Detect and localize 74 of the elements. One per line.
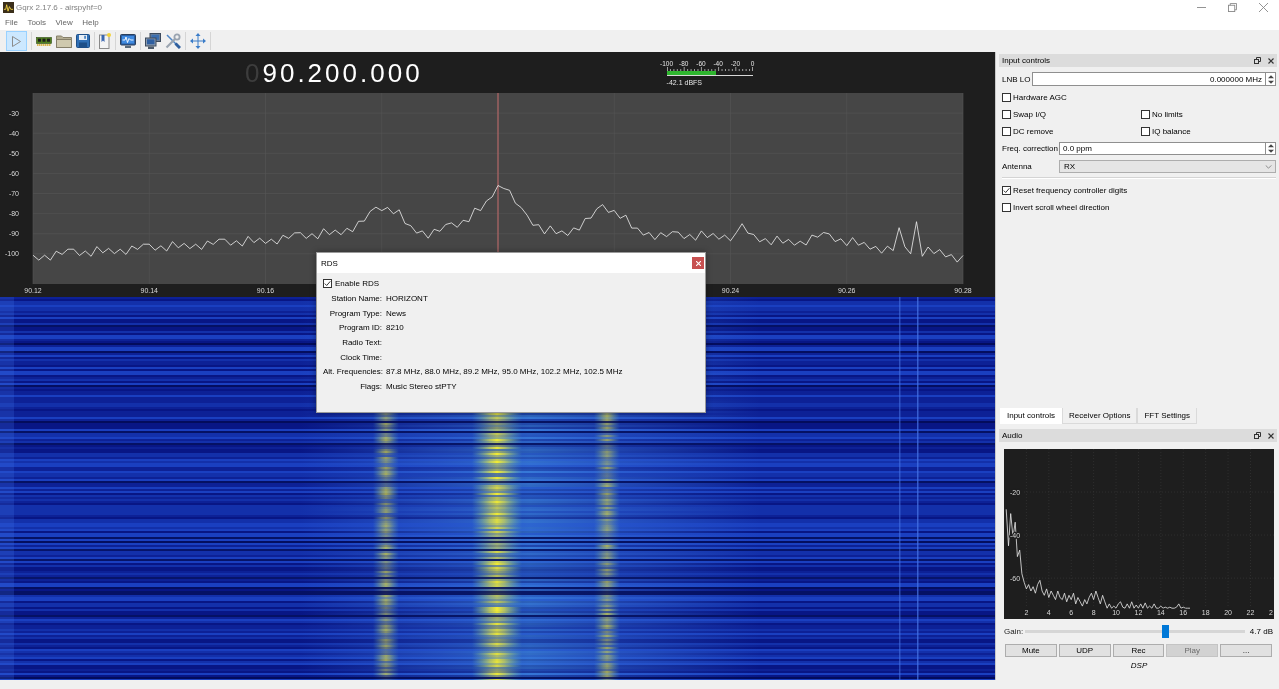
dock-tab[interactable]: Receiver Options xyxy=(1062,408,1138,424)
move-arrows-icon[interactable] xyxy=(190,33,206,49)
window-title: Gqrx 2.17.6 - airspyhf=0 xyxy=(16,3,103,12)
rds-field-label: Alt. Frequencies: xyxy=(323,367,382,377)
checkbox[interactable] xyxy=(1002,185,1011,195)
audio-button[interactable]: Rec xyxy=(1112,644,1165,657)
checkbox[interactable] xyxy=(323,278,332,288)
close-icon xyxy=(695,260,701,266)
checkbox-label: Reset frequency controller digits xyxy=(1013,185,1128,195)
rds-field-label: Program ID: xyxy=(337,323,382,333)
menu-item[interactable]: Help xyxy=(82,18,99,27)
rds-field-value: News xyxy=(386,308,407,318)
checkbox-label: DC remove xyxy=(1013,126,1054,136)
dialog-title: RDS xyxy=(321,258,338,268)
float-window-icon[interactable] xyxy=(1254,57,1261,64)
checkbox-label: Swap I/Q xyxy=(1013,109,1046,119)
field-label: Freq. correction xyxy=(1002,144,1059,153)
dock-tab[interactable]: FFT Settings xyxy=(1137,408,1198,424)
field-label: Antenna xyxy=(1002,162,1033,171)
close-button[interactable] xyxy=(692,257,704,269)
checkbox-label: Invert scroll wheel direction xyxy=(1013,202,1110,212)
rds-field-label: Station Name: xyxy=(330,293,382,303)
rds-field-value: Music Stereo stPTY xyxy=(386,381,458,391)
menu-item[interactable]: Tools xyxy=(27,18,47,27)
spin-arrows-icon xyxy=(1267,144,1274,153)
slider-handle[interactable] xyxy=(1162,624,1170,638)
rds-field-label: Clock Time: xyxy=(339,352,382,362)
checkbox[interactable] xyxy=(1141,109,1150,119)
audio-button[interactable]: Mute xyxy=(1005,644,1057,657)
checkbox-label: Hardware AGC xyxy=(1013,92,1067,102)
rds-field-value: HORIZONT xyxy=(386,293,429,303)
checkbox[interactable] xyxy=(1002,126,1011,136)
dock-title: Audio xyxy=(1002,431,1023,440)
dsp-label: DSP xyxy=(1130,660,1148,672)
spin-button[interactable] xyxy=(1266,142,1276,155)
checkbox-label: Enable RDS xyxy=(335,278,380,288)
dock-title: Input controls xyxy=(1002,56,1051,65)
checkbox-label: No limits xyxy=(1152,109,1183,119)
menu-item[interactable]: File xyxy=(5,18,18,27)
close-icon[interactable] xyxy=(1268,432,1274,439)
restore-icon[interactable] xyxy=(1228,3,1237,12)
spin-button[interactable] xyxy=(1266,72,1276,86)
rds-field-label: Flags: xyxy=(359,381,382,391)
rds-field-value: 87.8 MHz, 88.0 MHz, 89.2 MHz, 95.0 MHz, 102.2 MHz, 102.5 MHz xyxy=(386,367,624,377)
gain-label: Gain: xyxy=(1004,626,1024,636)
rds-field-value: 8210 xyxy=(386,323,405,333)
antenna-dropdown[interactable]: RX xyxy=(1059,160,1276,173)
audio-button[interactable]: UDP xyxy=(1058,644,1111,657)
chevron-down-icon xyxy=(1265,164,1272,169)
audio-button[interactable]: ... xyxy=(1220,644,1272,657)
tools-icon[interactable] xyxy=(165,33,181,49)
document-icon[interactable] xyxy=(99,33,111,49)
play-icon xyxy=(12,35,21,47)
freq-correction-input[interactable]: 0.0 ppm xyxy=(1059,142,1266,155)
rds-field-label: Program Type: xyxy=(328,308,382,318)
checkbox[interactable] xyxy=(1002,202,1011,212)
menu-item[interactable]: View xyxy=(55,18,73,27)
spin-arrows-icon xyxy=(1267,74,1274,84)
monitor-icon[interactable] xyxy=(120,34,136,48)
memory-module-icon[interactable] xyxy=(36,36,52,46)
checkbox[interactable] xyxy=(1002,92,1011,102)
field-label: LNB LO xyxy=(1002,74,1031,84)
checkbox[interactable] xyxy=(1002,109,1011,119)
checkbox[interactable] xyxy=(1141,126,1150,136)
dock-tab[interactable]: Input controls xyxy=(1000,408,1063,424)
rds-field-label: Radio Text: xyxy=(341,337,382,347)
close-icon[interactable] xyxy=(1268,57,1274,64)
checkbox-label: IQ balance xyxy=(1152,126,1191,136)
app-icon xyxy=(3,2,14,13)
gain-reading: 4.7 dB xyxy=(1249,626,1273,636)
frequency-display[interactable]: 90.200.000 xyxy=(262,57,423,88)
lnb-lo-input[interactable]: 0.000000 MHz xyxy=(1032,72,1266,86)
computers-icon[interactable] xyxy=(145,33,161,49)
float-window-icon[interactable] xyxy=(1254,432,1261,439)
